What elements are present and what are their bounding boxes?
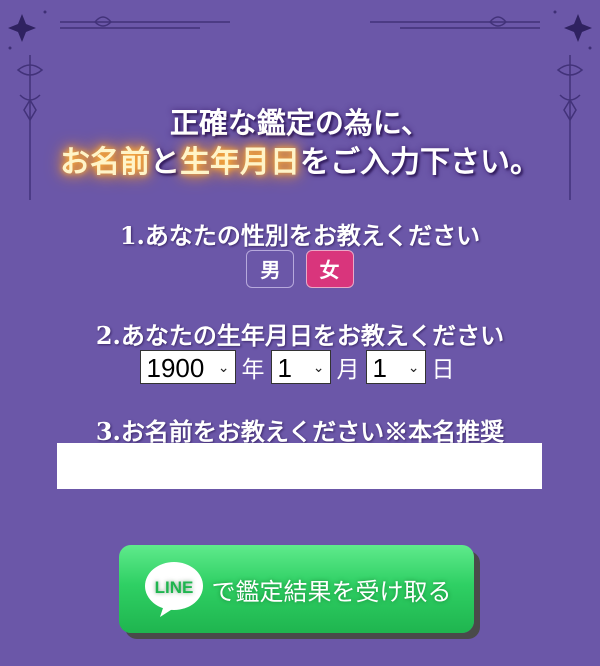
headline-conjunction: と: [150, 145, 180, 180]
chevron-down-icon: ⌄: [312, 360, 325, 376]
name-input[interactable]: [57, 443, 542, 489]
month-select-value: 1: [277, 353, 292, 383]
question-name: 3.お名前をお教えください※本名推奨: [95, 417, 505, 446]
line-logo-icon: LINE: [144, 562, 203, 617]
question-gender: 1.あなたの性別をお教えください: [119, 221, 481, 250]
month-select[interactable]: 1 ⌄: [270, 350, 331, 384]
day-select-value: 1: [372, 353, 387, 383]
gender-female-button[interactable]: 女: [305, 250, 354, 288]
headline-birthdate-highlight: 生年月日: [180, 145, 300, 180]
year-select-value: 1900: [146, 353, 205, 383]
year-unit-label: 年: [241, 357, 265, 383]
day-unit-label: 日: [431, 357, 455, 383]
line-submit-button[interactable]: LINE で鑑定結果を受け取る: [119, 545, 474, 633]
year-select[interactable]: 1900 ⌄: [139, 350, 236, 384]
question-birthdate: 2.あなたの生年月日をお教えください: [95, 321, 505, 350]
line-submit-label: で鑑定結果を受け取る: [211, 577, 452, 606]
headline-name-highlight: お名前: [60, 145, 150, 180]
month-unit-label: 月: [336, 357, 360, 383]
chevron-down-icon: ⌄: [217, 360, 230, 376]
gender-selector: 男 女: [0, 250, 600, 288]
gender-male-button[interactable]: 男: [246, 250, 295, 288]
chevron-down-icon: ⌄: [407, 360, 420, 376]
headline-line2: お名前と生年月日をご入力下さい。: [0, 137, 600, 181]
line-logo-text: LINE: [154, 578, 193, 597]
birthdate-selector: 1900 ⌄ 年 1 ⌄ 月 1 ⌄ 日: [0, 350, 600, 384]
headline-line1: 正確な鑑定の為に、: [169, 106, 431, 140]
day-select[interactable]: 1 ⌄: [365, 350, 426, 384]
corner-star-left: [8, 14, 36, 42]
headline-tail: をご入力下さい。: [300, 145, 540, 180]
corner-star-right: [564, 14, 592, 42]
